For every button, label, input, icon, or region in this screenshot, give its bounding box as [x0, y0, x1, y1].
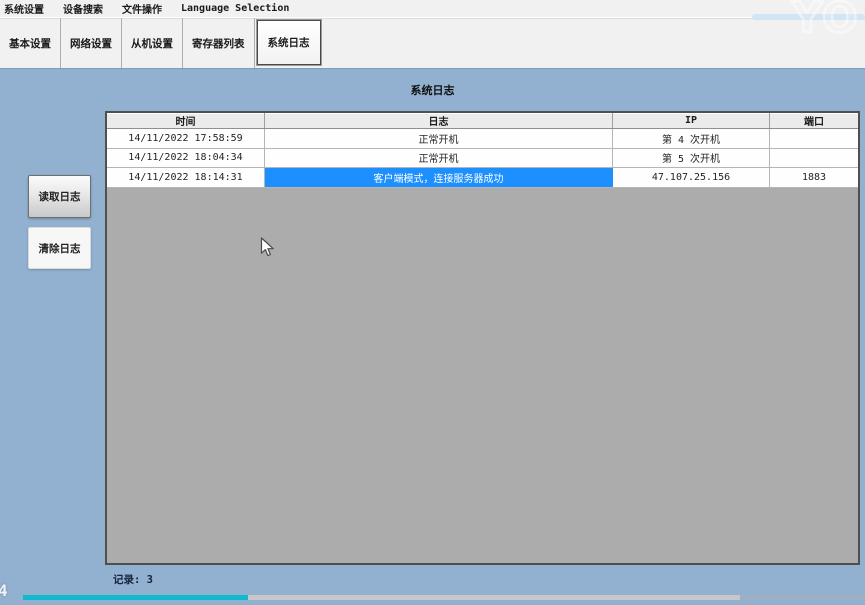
menu-language-selection[interactable]: Language Selection	[178, 0, 298, 17]
tab-bar: 基本设置 网络设置 从机设置 寄存器列表 系统日志	[0, 17, 865, 68]
cell-port	[770, 149, 858, 168]
cell-time: 14/11/2022 18:04:34	[107, 149, 265, 168]
table-row[interactable]: 14/11/2022 17:58:59正常开机第 4 次开机	[107, 129, 858, 149]
log-table-header: 时间 日志 IP 端口	[107, 113, 858, 129]
mouse-cursor	[260, 237, 275, 258]
log-table[interactable]: 时间 日志 IP 端口 14/11/2022 17:58:59正常开机第 4 次…	[105, 111, 860, 565]
column-header-port: 端口	[770, 113, 858, 128]
menu-file-operations[interactable]: 文件操作	[119, 0, 171, 17]
cell-log: 正常开机	[265, 149, 613, 168]
page-title: 系统日志	[0, 82, 865, 98]
tab-slave-settings[interactable]: 从机设置	[122, 18, 183, 68]
cell-ip: 47.107.25.156	[613, 168, 770, 187]
cell-ip: 第 5 次开机	[613, 149, 770, 168]
tab-basic-settings[interactable]: 基本设置	[0, 18, 61, 68]
video-progress-buffered[interactable]	[248, 595, 740, 600]
cell-ip: 第 4 次开机	[613, 129, 770, 148]
video-timestamp-digit: 4	[0, 581, 8, 600]
cell-port	[770, 129, 858, 148]
watermark-logo: YO	[792, 0, 859, 42]
clear-log-button[interactable]: 清除日志	[28, 227, 91, 269]
cell-log: 正常开机	[265, 129, 613, 148]
menu-device-search[interactable]: 设备搜索	[60, 0, 112, 17]
table-row[interactable]: 14/11/2022 18:04:34正常开机第 5 次开机	[107, 149, 858, 169]
cell-time: 14/11/2022 18:14:31	[107, 168, 265, 187]
tab-register-list[interactable]: 寄存器列表	[183, 18, 255, 68]
system-log-panel: 系统日志 读取日志 清除日志 时间 日志 IP 端口 14/11/2022 17…	[0, 68, 865, 605]
column-header-log: 日志	[265, 113, 613, 128]
video-progress-remainder[interactable]	[740, 595, 865, 600]
menu-system-settings[interactable]: 系统设置	[1, 0, 53, 17]
column-header-time: 时间	[107, 113, 265, 128]
tab-network-settings[interactable]: 网络设置	[61, 18, 122, 68]
menu-bar: 系统设置 设备搜索 文件操作 Language Selection	[0, 0, 865, 17]
column-header-ip: IP	[613, 113, 770, 128]
log-table-body: 14/11/2022 17:58:59正常开机第 4 次开机14/11/2022…	[107, 129, 858, 188]
tab-system-log[interactable]: 系统日志	[257, 20, 321, 65]
application-window: 系统设置 设备搜索 文件操作 Language Selection 基本设置 网…	[0, 0, 865, 605]
read-log-button[interactable]: 读取日志	[28, 175, 91, 218]
table-row[interactable]: 14/11/2022 18:14:31客户端模式，连接服务器成功47.107.2…	[107, 168, 858, 188]
cell-time: 14/11/2022 17:58:59	[107, 129, 265, 148]
cell-port: 1883	[770, 168, 858, 187]
cell-log: 客户端模式，连接服务器成功	[265, 168, 613, 187]
video-progress-played[interactable]	[23, 595, 248, 600]
records-count-label: 记录: 3	[113, 572, 153, 587]
